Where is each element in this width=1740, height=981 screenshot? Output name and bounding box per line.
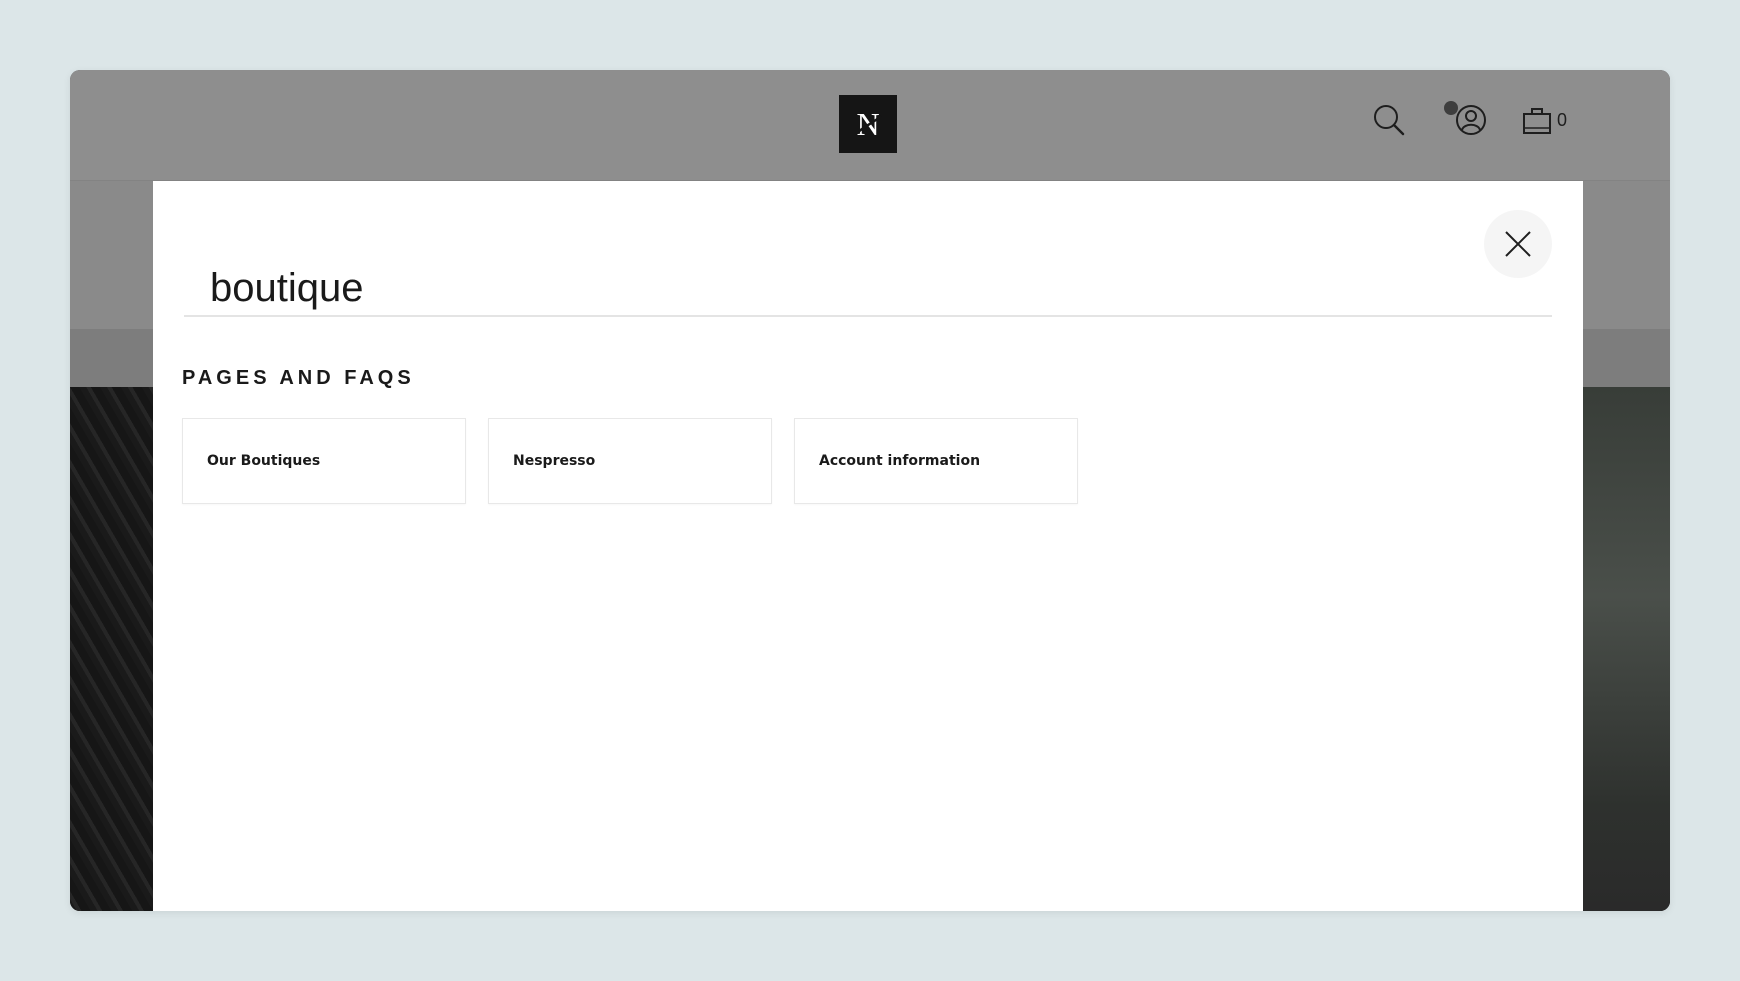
- browser-window: N 0 boutique PAGES AND FAQS Our Boutique…: [70, 70, 1670, 911]
- result-card-account-information[interactable]: Account information: [794, 418, 1078, 504]
- search-field: [184, 261, 1552, 317]
- search-input[interactable]: [210, 261, 1510, 315]
- header-search-button[interactable]: [1369, 100, 1409, 140]
- hero-texture-right: [1580, 387, 1670, 911]
- account-button[interactable]: [1451, 100, 1491, 140]
- result-card-our-boutiques[interactable]: Our Boutiques: [182, 418, 466, 504]
- logo-mark-icon: N: [855, 106, 882, 142]
- user-icon: [1456, 105, 1486, 135]
- result-card-label: Nespresso: [513, 453, 596, 469]
- hero-texture-left: [70, 387, 154, 911]
- search-icon: [1374, 105, 1405, 136]
- results-section-heading: PAGES AND FAQS: [182, 367, 415, 389]
- close-icon: [1505, 231, 1531, 257]
- search-modal: PAGES AND FAQS Our Boutiques Nespresso A…: [153, 181, 1583, 911]
- cart-count: 0: [1557, 109, 1568, 130]
- nespresso-logo[interactable]: N: [839, 95, 897, 153]
- result-card-label: Account information: [819, 453, 981, 469]
- result-card-label: Our Boutiques: [207, 453, 321, 469]
- cart-button[interactable]: 0: [1521, 100, 1583, 140]
- shopping-bag-icon: [1523, 108, 1551, 134]
- site-header: N 0: [70, 70, 1670, 181]
- result-card-nespresso[interactable]: Nespresso: [488, 418, 772, 504]
